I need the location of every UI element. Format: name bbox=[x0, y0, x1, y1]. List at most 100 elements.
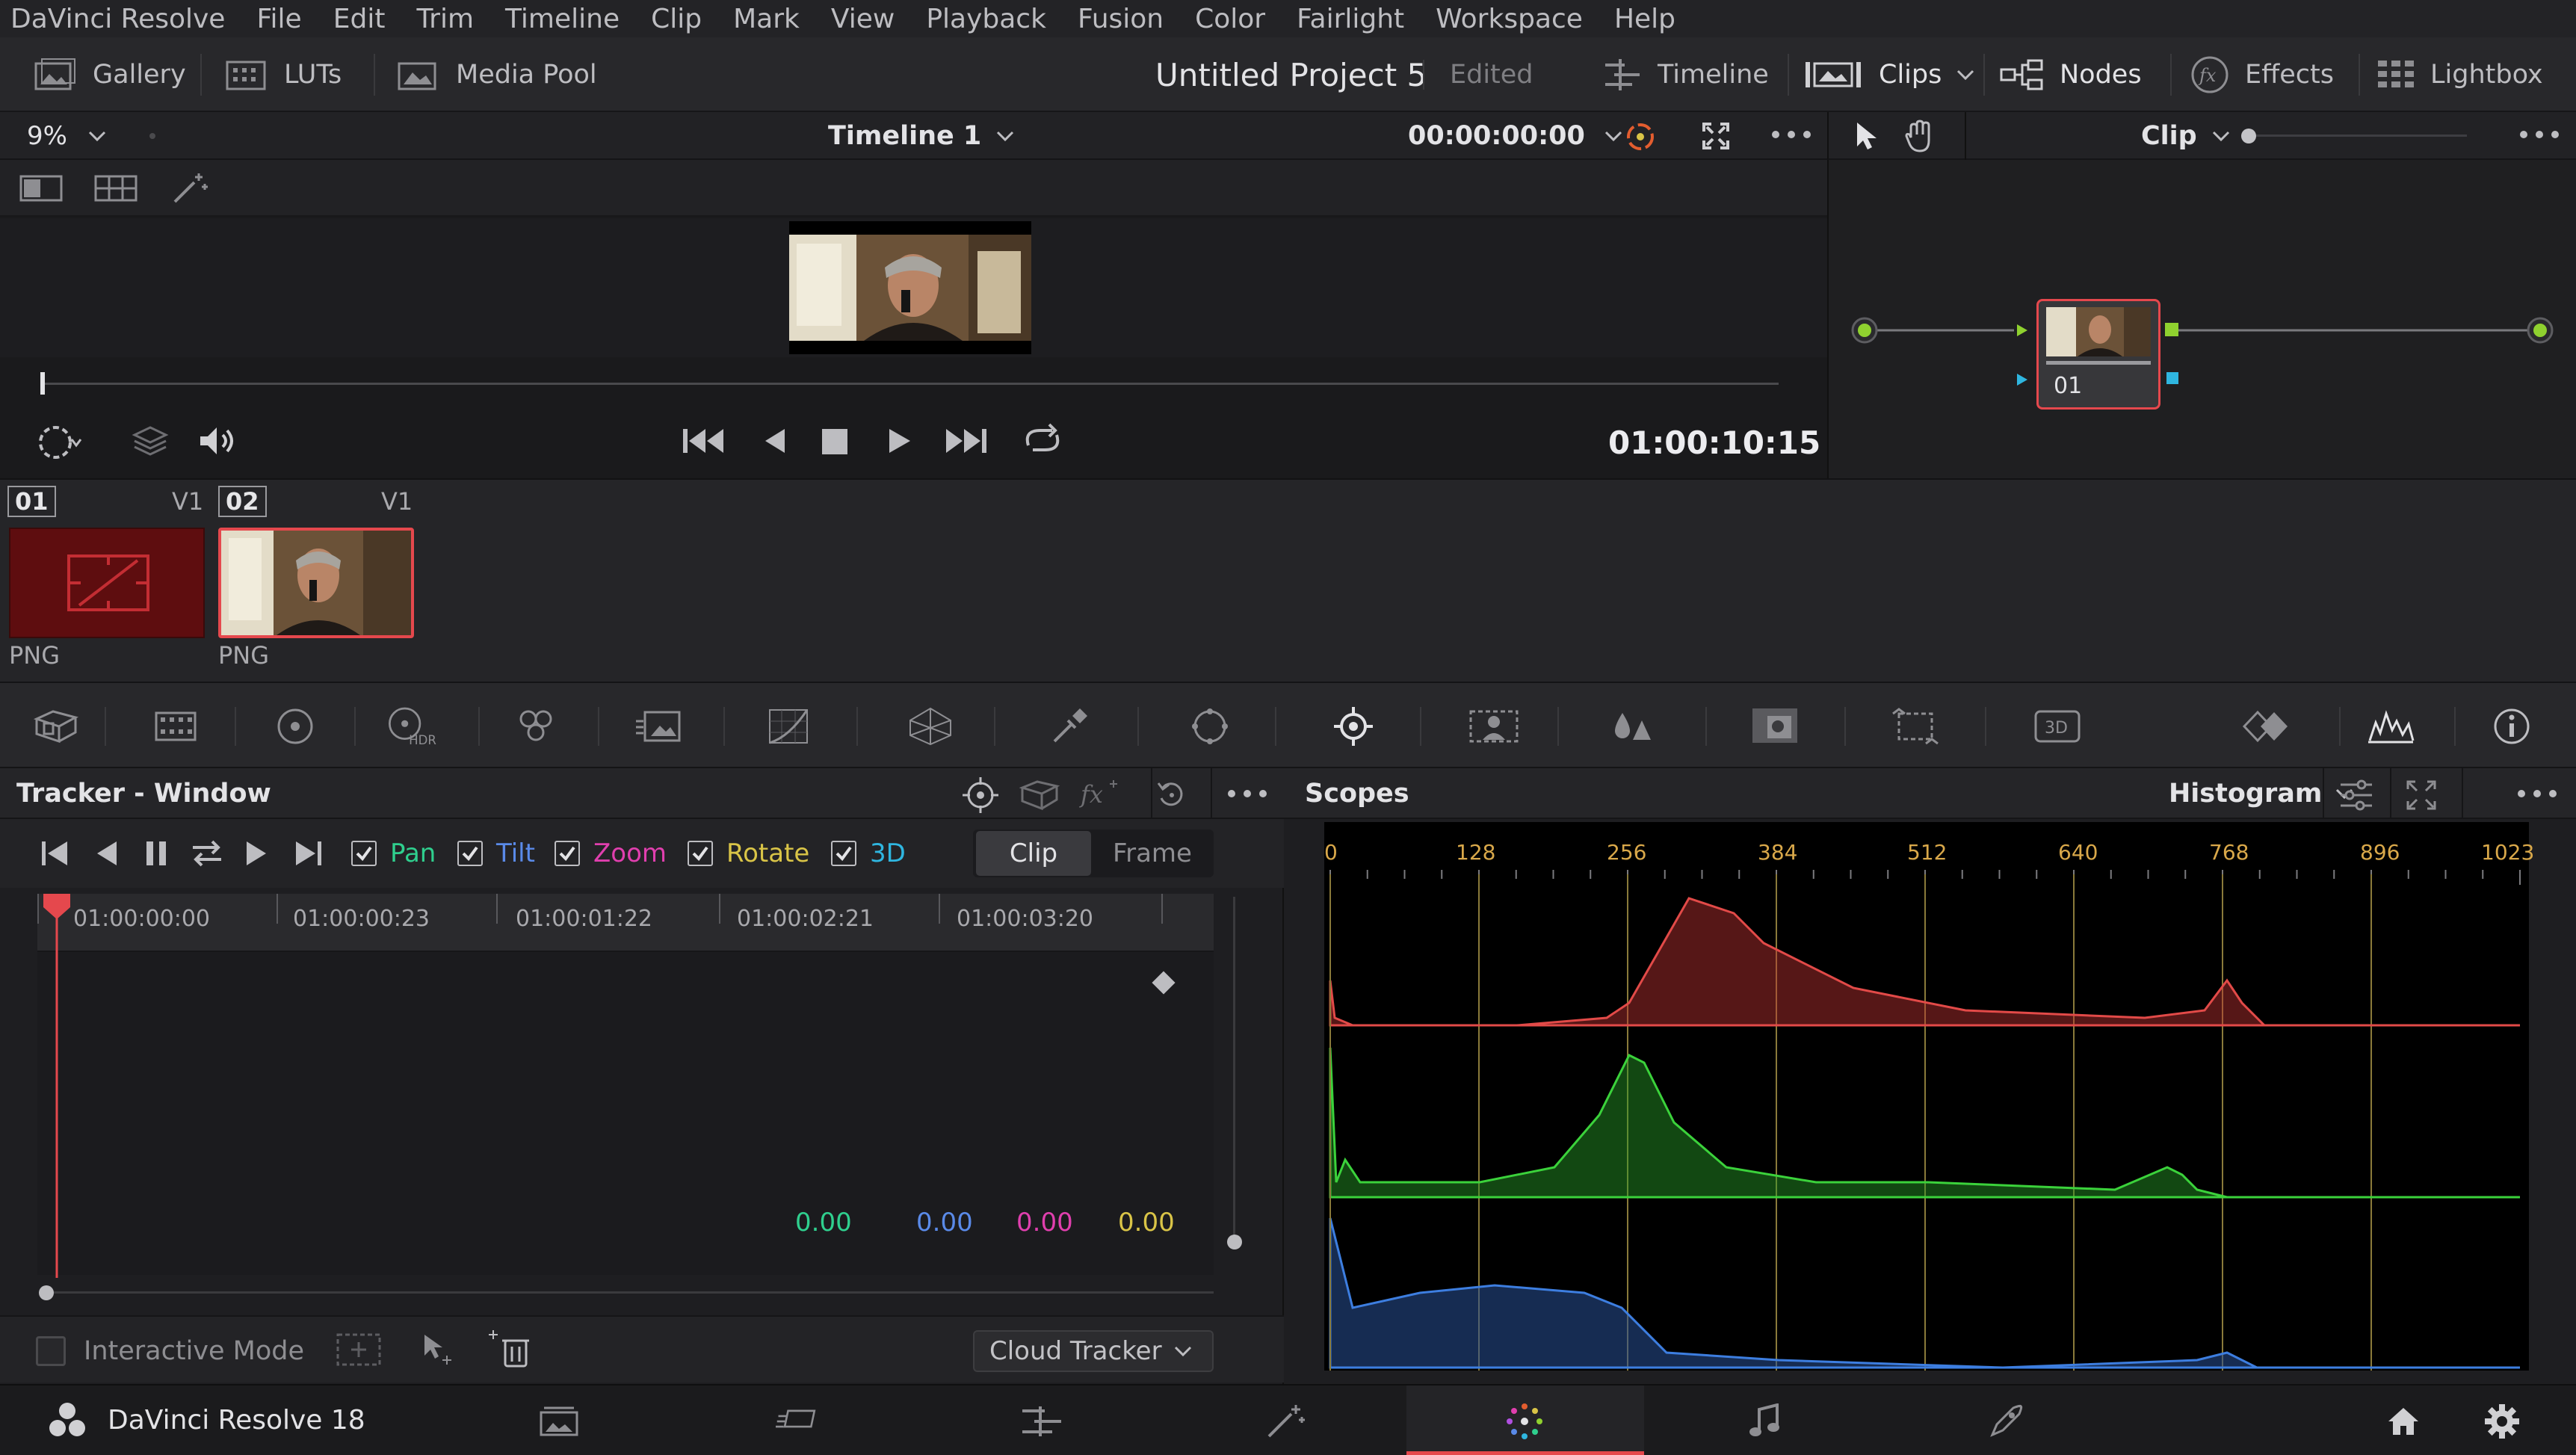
hand-icon[interactable] bbox=[1905, 120, 1935, 152]
color-wheels-icon[interactable] bbox=[269, 704, 321, 749]
menu-trim[interactable]: Trim bbox=[416, 4, 474, 34]
fullscreen-icon[interactable] bbox=[1701, 121, 1731, 151]
stabilizer-icon[interactable] bbox=[1019, 779, 1060, 812]
tracker-ruler[interactable]: 01:00:00:00 01:00:00:23 01:00:01:22 01:0… bbox=[37, 894, 1214, 952]
viewer-playhead[interactable] bbox=[40, 372, 45, 395]
blur-icon[interactable] bbox=[1605, 704, 1658, 749]
rotate-option[interactable]: Rotate bbox=[688, 838, 809, 868]
scope-settings-icon[interactable] bbox=[2338, 779, 2375, 812]
play-icon[interactable] bbox=[886, 427, 913, 454]
grid-viewer-icon[interactable] bbox=[94, 175, 138, 202]
volume-icon[interactable] bbox=[197, 424, 239, 457]
cut-page-icon[interactable] bbox=[776, 1400, 821, 1442]
track-reverse-icon[interactable] bbox=[94, 840, 120, 867]
stop-icon[interactable] bbox=[822, 429, 847, 454]
menu-clip[interactable]: Clip bbox=[651, 4, 702, 34]
magic-wand-icon[interactable] bbox=[170, 172, 209, 205]
zoom-option[interactable]: Zoom bbox=[555, 838, 667, 868]
window-icon[interactable] bbox=[1184, 704, 1236, 749]
single-viewer-icon[interactable] bbox=[19, 175, 63, 202]
set-points-icon[interactable] bbox=[420, 1332, 453, 1368]
reset-icon[interactable] bbox=[1155, 779, 1188, 812]
menu-fusion[interactable]: Fusion bbox=[1078, 4, 1164, 34]
tracker-clip-tab[interactable]: Clip bbox=[976, 831, 1091, 876]
gallery-button[interactable]: Gallery bbox=[33, 37, 186, 112]
cloud-tracker-dropdown[interactable]: Cloud Tracker bbox=[973, 1330, 1214, 1372]
rotate-checkbox[interactable] bbox=[688, 841, 713, 866]
edit-page-icon[interactable] bbox=[1019, 1400, 1064, 1442]
layers-icon[interactable] bbox=[132, 423, 169, 459]
node-editor-canvas[interactable]: 01 bbox=[1827, 160, 2576, 478]
node-mode-dropdown[interactable]: Clip bbox=[2141, 118, 2230, 154]
skip-to-end-icon[interactable] bbox=[943, 426, 988, 456]
pointer-icon[interactable] bbox=[1854, 121, 1880, 151]
horizontal-zoom-handle[interactable] bbox=[39, 1285, 54, 1300]
curves-icon[interactable] bbox=[762, 704, 815, 749]
tracker-icon[interactable] bbox=[1327, 704, 1380, 749]
step-back-icon[interactable] bbox=[762, 427, 789, 454]
hdr-wheels-icon[interactable]: HDR bbox=[384, 704, 436, 749]
menu-workspace[interactable]: Workspace bbox=[1436, 4, 1583, 34]
node-zoom-handle[interactable] bbox=[2241, 129, 2256, 143]
insert-feature-icon[interactable] bbox=[335, 1332, 383, 1368]
menu-file[interactable]: File bbox=[256, 4, 301, 34]
scope-mode-dropdown[interactable]: Histogram bbox=[2169, 774, 2353, 813]
tracker-more-icon[interactable] bbox=[1227, 789, 1267, 798]
tilt-option[interactable]: Tilt bbox=[457, 838, 535, 868]
track-to-start-icon[interactable] bbox=[40, 840, 70, 867]
zoom-dropdown[interactable]: 9% bbox=[27, 118, 106, 154]
tracker-vertical-zoom[interactable] bbox=[1233, 897, 1235, 1241]
motion-effects-icon[interactable] bbox=[632, 704, 685, 749]
clip-thumbnail-02[interactable] bbox=[218, 528, 414, 638]
tracker-frame-tab[interactable]: Frame bbox=[1094, 831, 1211, 876]
media-page-icon[interactable] bbox=[537, 1400, 581, 1442]
clips-dropdown[interactable]: Clips bbox=[1804, 37, 1974, 112]
tilt-checkbox[interactable] bbox=[457, 841, 483, 866]
track-to-end-icon[interactable] bbox=[293, 840, 323, 867]
menu-mark[interactable]: Mark bbox=[733, 4, 800, 34]
pan-checkbox[interactable] bbox=[351, 841, 377, 866]
3d-option[interactable]: 3D bbox=[831, 838, 906, 868]
node-zoom-slider[interactable] bbox=[2243, 135, 2467, 137]
track-pause-icon[interactable] bbox=[143, 840, 169, 867]
loop-mode-icon[interactable] bbox=[34, 423, 82, 462]
camera-raw-icon[interactable] bbox=[30, 704, 82, 749]
magic-mask-icon[interactable] bbox=[1468, 704, 1520, 749]
track-forward-icon[interactable] bbox=[244, 840, 269, 867]
color-match-icon[interactable] bbox=[149, 704, 202, 749]
track-bidirectional-icon[interactable] bbox=[190, 838, 224, 868]
scopes-icon[interactable] bbox=[2365, 704, 2417, 749]
clip-thumbnail-01[interactable] bbox=[9, 528, 205, 638]
fusion-page-icon[interactable] bbox=[1263, 1400, 1308, 1442]
info-icon[interactable] bbox=[2486, 704, 2538, 749]
delete-points-icon[interactable] bbox=[487, 1329, 529, 1369]
settings-gear-icon[interactable] bbox=[2480, 1400, 2524, 1442]
nodes-button[interactable]: Nodes bbox=[2000, 37, 2142, 112]
luts-button[interactable]: LUTs bbox=[224, 37, 342, 112]
menu-fairlight[interactable]: Fairlight bbox=[1297, 4, 1404, 34]
menu-edit[interactable]: Edit bbox=[333, 4, 386, 34]
menu-help[interactable]: Help bbox=[1614, 4, 1675, 34]
interactive-mode-checkbox[interactable] bbox=[36, 1336, 66, 1366]
tracker-playhead[interactable] bbox=[40, 894, 73, 1278]
loop-icon[interactable] bbox=[1021, 423, 1064, 457]
viewer-scrub-bar[interactable] bbox=[42, 383, 1779, 385]
3d-icon[interactable]: 3D bbox=[2031, 704, 2084, 749]
effects-button[interactable]: fx Effects bbox=[2190, 37, 2334, 112]
color-warper-icon[interactable] bbox=[904, 704, 957, 749]
node-more-icon[interactable] bbox=[2519, 130, 2560, 139]
scope-expand-icon[interactable] bbox=[2405, 779, 2438, 812]
zoom-checkbox[interactable] bbox=[555, 841, 580, 866]
rgb-mixer-icon[interactable] bbox=[510, 704, 562, 749]
color-page-icon[interactable] bbox=[1502, 1400, 1547, 1442]
scopes-more-icon[interactable] bbox=[2517, 789, 2557, 798]
track-point-icon[interactable] bbox=[961, 776, 1000, 815]
menu-view[interactable]: View bbox=[831, 4, 895, 34]
pan-option[interactable]: Pan bbox=[351, 838, 436, 868]
lightbox-button[interactable]: Lightbox bbox=[2376, 37, 2543, 112]
viewer-more-icon[interactable] bbox=[1771, 130, 1811, 139]
key-icon[interactable] bbox=[1749, 704, 1801, 749]
vertical-zoom-handle[interactable] bbox=[1227, 1235, 1242, 1249]
timecode-dropdown[interactable]: 00:00:00:00 bbox=[1408, 118, 1622, 154]
menu-playback[interactable]: Playback bbox=[926, 4, 1046, 34]
